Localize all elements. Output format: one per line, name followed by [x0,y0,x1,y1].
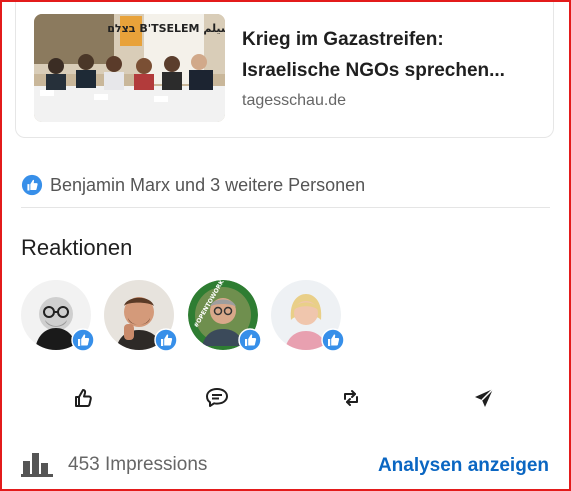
repost-button[interactable] [336,385,366,415]
view-analytics-link[interactable]: Analysen anzeigen [378,455,549,477]
article-card[interactable]: בצלם B'TSELEM بتسيلم Krieg im Gazastreif… [15,2,554,138]
comment-icon [204,386,230,415]
like-button[interactable] [68,385,98,415]
reactions-summary-text: Benjamin Marx und 3 weitere Personen [50,174,366,195]
article-thumbnail[interactable]: בצלם B'TSELEM بتسيلم [34,14,225,122]
like-icon [154,328,178,352]
impressions: 453 Impressions [21,450,207,480]
send-button[interactable] [469,385,499,415]
impressions-text: 453 Impressions [68,454,208,475]
reactions-heading: Reaktionen [21,235,133,260]
reactor-avatar-2[interactable] [104,280,178,352]
reactor-avatar-1[interactable] [21,280,95,352]
like-icon [321,328,345,352]
bar-chart-icon [21,449,55,482]
repost-icon [339,386,363,415]
like-icon [238,328,262,352]
reactor-avatar-4[interactable] [271,280,345,352]
reactions-summary[interactable]: Benjamin Marx und 3 weitere Personen [21,172,365,198]
like-icon [71,328,95,352]
thumbnail-logo-text: בצלם B'TSELEM بتسيلم [107,22,225,35]
article-source: tagesschau.de [242,92,347,109]
divider [21,207,550,208]
send-icon [472,386,496,415]
article-title[interactable]: Krieg im Gazastreifen: Israelische NGOs … [242,24,542,86]
reactor-avatar-3[interactable]: #OPENTOWORK [188,280,262,352]
comment-button[interactable] [202,385,232,415]
like-icon [21,174,43,196]
thumbs-up-icon [71,386,95,415]
